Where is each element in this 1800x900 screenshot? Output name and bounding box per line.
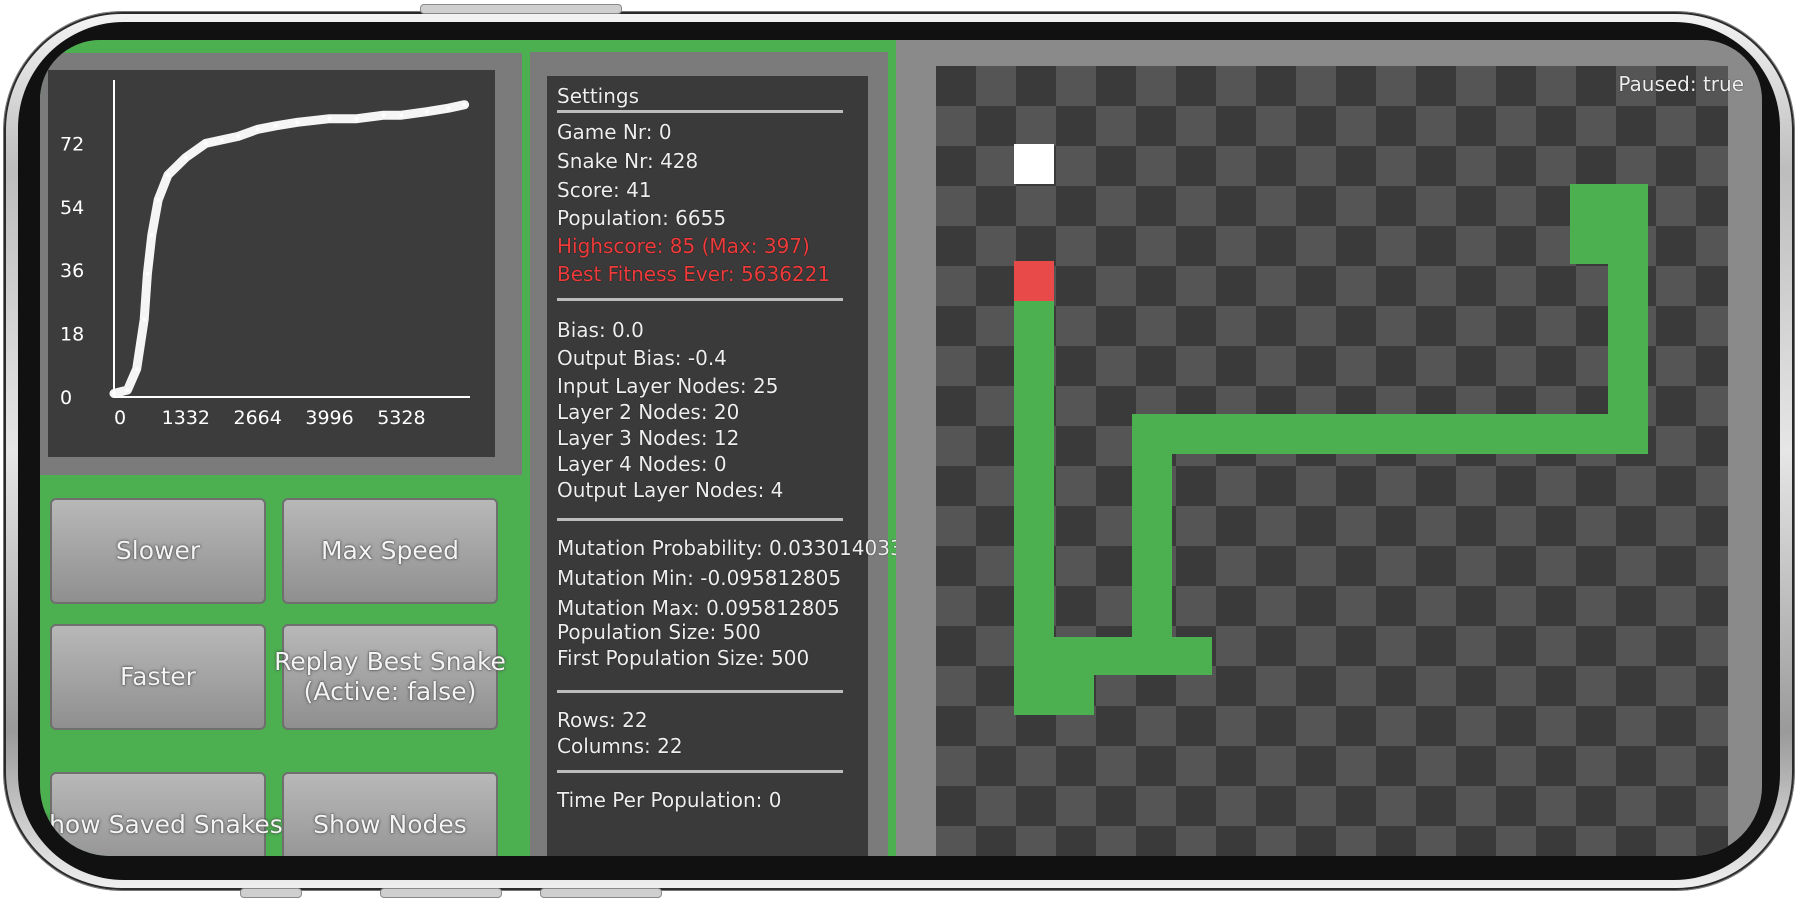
layer-3-nodes: Layer 3 Nodes: 12 (557, 426, 740, 450)
fitness-point (156, 197, 161, 202)
fitness-point (446, 106, 451, 111)
fitness-point (354, 116, 359, 121)
settings-panel-border: Settings Game Nr: 0 Snake Nr: 428 Score:… (526, 40, 903, 856)
y-tick-label: 0 (60, 387, 72, 409)
y-tick-label: 18 (60, 324, 84, 346)
time-per-population: Time Per Population: 0 (557, 788, 782, 812)
settings-panel: Settings Game Nr: 0 Snake Nr: 428 Score:… (547, 76, 903, 856)
divider (557, 770, 843, 773)
phone-side-button (540, 888, 662, 898)
divider (557, 690, 843, 693)
population: Population: 6655 (557, 206, 727, 230)
fitness-graph-frame: 0 18 36 54 72 0 1332 2664 3996 5328 (40, 53, 522, 475)
settings-title: Settings (557, 84, 640, 108)
y-tick-label: 72 (60, 133, 84, 155)
fitness-point (142, 317, 147, 322)
fitness-point (273, 123, 278, 128)
replay-best-snake-button[interactable]: Replay Best Snake (Active: false) (274, 624, 506, 730)
snake-body (1132, 414, 1648, 454)
fitness-point (165, 173, 170, 178)
show-nodes-button[interactable]: Show Nodes (282, 772, 498, 856)
phone-side-button (380, 888, 502, 898)
slower-button-label: Slower (115, 536, 201, 565)
app-screen: 0 18 36 54 72 0 1332 2664 3996 5328 Slower Max Sp… (40, 40, 1762, 856)
fitness-point (327, 116, 332, 121)
fitness-point (462, 102, 467, 107)
rows: Rows: 22 (557, 708, 648, 732)
output-bias: Output Bias: -0.4 (557, 346, 727, 370)
fitness-point (149, 232, 154, 237)
fitness-line (109, 100, 470, 398)
food (1014, 144, 1054, 184)
fitness-point (381, 113, 386, 118)
paused-status: Paused: true (1618, 72, 1744, 96)
game-panel: Paused: true (896, 40, 1762, 856)
fitness-point (219, 137, 224, 142)
settings-panel-frame: Settings Game Nr: 0 Snake Nr: 428 Score:… (530, 52, 903, 856)
columns: Columns: 22 (557, 734, 683, 758)
population-size: Population Size: 500 (557, 620, 761, 644)
game-nr: Game Nr: 0 (557, 120, 672, 144)
fitness-point (183, 155, 188, 160)
layer-2-nodes: Layer 2 Nodes: 20 (557, 400, 740, 424)
fitness-point (203, 141, 208, 146)
divider (557, 518, 843, 521)
input-layer-nodes: Input Layer Nodes: 25 (557, 374, 779, 398)
show-nodes-label: Show Nodes (313, 810, 467, 839)
fitness-graph: 0 18 36 54 72 0 1332 2664 3996 5328 (48, 70, 495, 457)
output-layer-nodes: Output Layer Nodes: 4 (557, 478, 784, 502)
fitness-point (145, 271, 150, 276)
fitness-point (236, 134, 241, 139)
x-tick-label: 3996 (305, 407, 353, 429)
score: Score: 41 (557, 178, 652, 202)
x-tick-label: 0 (114, 407, 126, 429)
phone-side-button (240, 888, 302, 898)
max-speed-button-label: Max Speed (320, 536, 459, 565)
phone-volume-button (420, 4, 622, 14)
mutation-min: Mutation Min: -0.095812805 (557, 566, 842, 590)
first-population-size: First Population Size: 500 (557, 646, 810, 670)
max-speed-button[interactable]: Max Speed (282, 498, 498, 604)
show-saved-snakes-button[interactable]: Show Saved Snakes (40, 772, 283, 856)
fitness-chart: 0 18 36 54 72 0 1332 2664 3996 5328 (60, 80, 470, 429)
faster-button[interactable]: Faster (50, 624, 266, 730)
mutation-probability: Mutation Probability: 0.033014033 (557, 536, 903, 560)
divider (557, 298, 843, 301)
snake-body (1014, 675, 1094, 715)
fitness-point (255, 127, 260, 132)
fitness-point (134, 366, 139, 371)
snake-head (1014, 261, 1054, 301)
divider (557, 110, 843, 113)
mutation-max: Mutation Max: 0.095812805 (557, 596, 840, 620)
fitness-point (125, 387, 130, 392)
replay-button-label: Replay Best Snake (274, 647, 506, 676)
slower-button[interactable]: Slower (50, 498, 266, 604)
layer-4-nodes: Layer 4 Nodes: 0 (557, 452, 727, 476)
game-board (936, 66, 1728, 856)
x-tick-label: 1332 (162, 407, 210, 429)
fitness-point (112, 391, 116, 396)
replay-active-status: (Active: false) (303, 677, 477, 706)
bias: Bias: 0.0 (557, 318, 644, 342)
fitness-point (424, 109, 429, 114)
snake-body (1570, 184, 1648, 264)
snake-nr: Snake Nr: 428 (557, 149, 699, 173)
control-panel: 0 18 36 54 72 0 1332 2664 3996 5328 Slower Max Sp… (40, 40, 526, 856)
show-saved-snakes-label: Show Saved Snakes (40, 810, 283, 839)
y-tick-label: 36 (60, 260, 84, 282)
x-tick-label: 5328 (377, 407, 425, 429)
faster-button-label: Faster (120, 662, 196, 691)
highscore: Highscore: 85 (Max: 397) (557, 234, 810, 258)
x-tick-label: 2664 (234, 407, 282, 429)
y-tick-label: 54 (60, 197, 84, 219)
fitness-point (295, 120, 300, 125)
fitness-point (399, 113, 404, 118)
snake-body (1014, 301, 1054, 715)
best-fitness: Best Fitness Ever: 5636221 (557, 262, 831, 286)
